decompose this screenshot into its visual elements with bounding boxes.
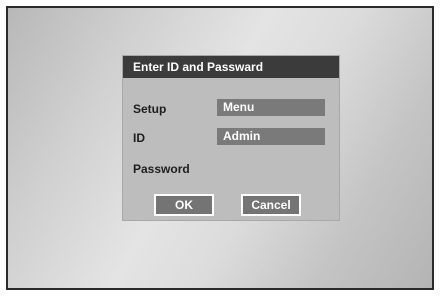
dialog-title: Enter ID and Passward bbox=[123, 56, 339, 78]
id-label: ID bbox=[133, 131, 145, 145]
login-dialog: Enter ID and Passward Setup Menu ID Admi… bbox=[123, 56, 339, 220]
password-label: Password bbox=[133, 162, 190, 176]
id-field[interactable]: Admin bbox=[217, 128, 325, 145]
cancel-button[interactable]: Cancel bbox=[241, 194, 301, 216]
setup-field[interactable]: Menu bbox=[217, 99, 325, 116]
ok-button[interactable]: OK bbox=[154, 194, 214, 216]
tv-screen: Enter ID and Passward Setup Menu ID Admi… bbox=[6, 6, 434, 290]
setup-label: Setup bbox=[133, 102, 167, 116]
